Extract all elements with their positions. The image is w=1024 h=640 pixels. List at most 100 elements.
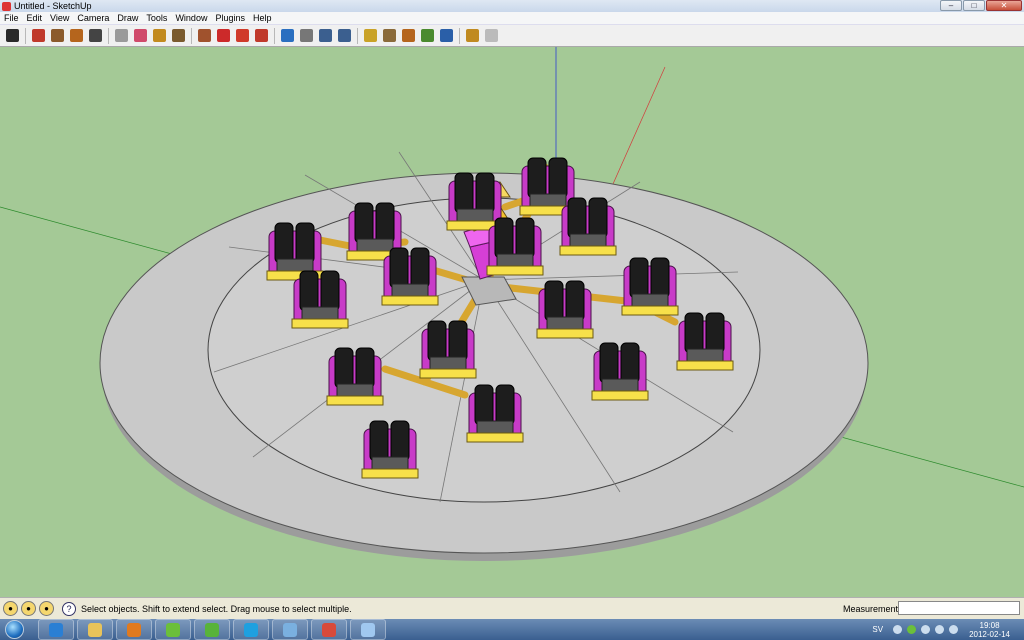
- clock-time: 19:08: [979, 620, 1000, 630]
- toolbar-separator: [357, 27, 358, 44]
- taskbar-control-panel-button[interactable]: [272, 619, 308, 640]
- language-indicator[interactable]: SV: [872, 625, 883, 634]
- push-pull-icon: [198, 29, 211, 42]
- close-button[interactable]: ✕: [986, 0, 1022, 11]
- orbit-tool-button[interactable]: [279, 27, 296, 44]
- media-player-icon: [127, 622, 141, 637]
- extension-tool-button[interactable]: [464, 27, 481, 44]
- menu-plugins[interactable]: Plugins: [211, 13, 249, 23]
- zoom-extents-tool-button[interactable]: [336, 27, 353, 44]
- power-icon[interactable]: [949, 625, 959, 634]
- toolbar-separator: [274, 27, 275, 44]
- volume-icon[interactable]: [935, 625, 945, 634]
- arc-tool-button[interactable]: [87, 27, 104, 44]
- windows-logo-icon: [4, 620, 24, 639]
- taskbar-paint-button[interactable]: [350, 619, 386, 640]
- menu-help[interactable]: Help: [249, 13, 276, 23]
- ride-car: [536, 280, 594, 339]
- menu-view[interactable]: View: [46, 13, 73, 23]
- push-pull-tool-button[interactable]: [196, 27, 213, 44]
- move-tool-button[interactable]: [215, 27, 232, 44]
- menu-draw[interactable]: Draw: [113, 13, 142, 23]
- ride-car: [446, 172, 504, 231]
- taskbar-spotify-button[interactable]: [155, 619, 191, 640]
- taskbar-apps: [38, 619, 389, 640]
- share-component-tool-button[interactable]: [400, 27, 417, 44]
- sketchup-app-icon: [2, 1, 11, 11]
- extension-icon: [466, 29, 479, 42]
- hand-icon: [300, 29, 313, 42]
- 3d-scene[interactable]: [0, 47, 1024, 597]
- paint-bucket-tool-button[interactable]: [170, 27, 187, 44]
- rotate-tool-button[interactable]: [234, 27, 251, 44]
- tape-measure-tool-button[interactable]: [151, 27, 168, 44]
- start-button[interactable]: [0, 619, 28, 640]
- geo-location-icon[interactable]: ●: [3, 601, 18, 616]
- select-tool-button[interactable]: [4, 27, 21, 44]
- place-model-icon: [421, 29, 434, 42]
- taskbar-utorrent-button[interactable]: [194, 619, 230, 640]
- internet-explorer-icon: [49, 622, 63, 637]
- model-viewport[interactable]: [0, 47, 1024, 597]
- clock-date: 2012-02-14: [969, 629, 1010, 639]
- tray-arrow-icon[interactable]: [893, 625, 903, 634]
- line-tool-button[interactable]: [30, 27, 47, 44]
- make-component-tool-button[interactable]: [113, 27, 130, 44]
- orbit-icon: [281, 29, 294, 42]
- menu-file[interactable]: File: [0, 13, 23, 23]
- status-bar: ● ● ● ? Select objects. Shift to extend …: [0, 597, 1024, 619]
- taskbar-explorer-button[interactable]: [77, 619, 113, 640]
- utorrent-tray-icon[interactable]: [907, 625, 917, 634]
- component-icon: [115, 29, 128, 42]
- taskbar-skype-button[interactable]: [233, 619, 269, 640]
- share-model-tool-button[interactable]: [381, 27, 398, 44]
- menu-edit[interactable]: Edit: [23, 13, 47, 23]
- menu-tools[interactable]: Tools: [142, 13, 171, 23]
- status-message: Select objects. Shift to extend select. …: [81, 603, 352, 614]
- help-icon[interactable]: ?: [62, 601, 76, 616]
- control-panel-icon: [283, 622, 297, 637]
- ride-car: [486, 217, 544, 276]
- credits-icon[interactable]: ●: [21, 601, 36, 616]
- window-controls: – □ ✕: [940, 0, 1022, 11]
- rectangle-tool-button[interactable]: [49, 27, 66, 44]
- share-model-icon: [383, 29, 396, 42]
- pan-tool-button[interactable]: [298, 27, 315, 44]
- ride-car: [381, 247, 439, 306]
- pencil-icon: [32, 29, 45, 42]
- network-icon[interactable]: [921, 625, 931, 634]
- taskbar-media-player-button[interactable]: [116, 619, 152, 640]
- sketchup-icon: [322, 622, 336, 637]
- ride-car: [591, 342, 649, 401]
- globe-icon: [440, 29, 453, 42]
- system-tray: SV 19:08 2012-02-14: [872, 619, 1024, 640]
- taskbar-sketchup-button[interactable]: [311, 619, 347, 640]
- minimize-button[interactable]: –: [940, 0, 962, 11]
- toolbar-separator: [459, 27, 460, 44]
- clock[interactable]: 19:08 2012-02-14: [969, 621, 1010, 639]
- zoom-extents-icon: [338, 29, 351, 42]
- skype-icon: [244, 622, 258, 637]
- toolbar-separator: [191, 27, 192, 44]
- arrow-cursor-icon: [6, 29, 19, 42]
- taskbar-ie-button[interactable]: [38, 619, 74, 640]
- circle-tool-button[interactable]: [68, 27, 85, 44]
- dynamic-component-tool-button[interactable]: [483, 27, 500, 44]
- menu-camera[interactable]: Camera: [73, 13, 113, 23]
- measurements-input[interactable]: [898, 601, 1020, 615]
- follow-me-tool-button[interactable]: [253, 27, 270, 44]
- place-model-tool-button[interactable]: [419, 27, 436, 44]
- eraser-tool-button[interactable]: [132, 27, 149, 44]
- utorrent-icon: [205, 622, 219, 637]
- user-icon[interactable]: ●: [39, 601, 54, 616]
- circle-icon: [70, 29, 83, 42]
- get-models-tool-button[interactable]: [362, 27, 379, 44]
- maximize-button[interactable]: □: [963, 0, 985, 11]
- google-earth-tool-button[interactable]: [438, 27, 455, 44]
- menu-window[interactable]: Window: [171, 13, 211, 23]
- zoom-tool-button[interactable]: [317, 27, 334, 44]
- follow-me-icon: [255, 29, 268, 42]
- ride-car: [291, 270, 349, 329]
- dynamic-component-icon: [485, 29, 498, 42]
- folder-icon: [88, 622, 102, 637]
